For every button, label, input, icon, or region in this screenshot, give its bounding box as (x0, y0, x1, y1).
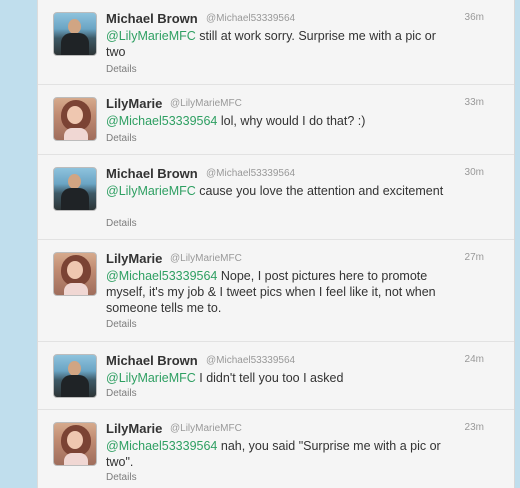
tweet-lilymarie-27m[interactable]: LilyMarie @LilyMarieMFC 27m @Michael5333… (38, 240, 514, 342)
avatar-head-shape (68, 19, 81, 34)
avatar-face-shape (67, 106, 83, 124)
avatar-clothing-shape (64, 453, 88, 465)
michael-brown-avatar[interactable] (53, 12, 97, 56)
tweet-text: @LilyMarieMFC cause you love the attenti… (106, 183, 454, 199)
lilymarie-avatar[interactable] (53, 422, 97, 466)
tweet-author-handle[interactable]: @LilyMarieMFC (170, 98, 242, 109)
lilymarie-avatar[interactable] (53, 97, 97, 141)
tweet-message: cause you love the attention and excitem… (195, 184, 444, 198)
tweet-text: @Michael53339564 Nope, I post pictures h… (106, 268, 454, 316)
michael-brown-avatar[interactable] (53, 167, 97, 211)
tweet-michael-24m[interactable]: Michael Brown @Michael53339564 24m @Lily… (38, 342, 514, 410)
tweet-time[interactable]: 24m (465, 354, 484, 365)
tweet-michael-36m[interactable]: Michael Brown @Michael53339564 36m @Lily… (38, 0, 514, 85)
tweet-lilymarie-33m[interactable]: LilyMarie @LilyMarieMFC 33m @Michael5333… (38, 85, 514, 155)
tweet-author-handle[interactable]: @LilyMarieMFC (170, 253, 242, 264)
mention-link[interactable]: @Michael53339564 (106, 114, 217, 128)
tweet-lilymarie-23m[interactable]: LilyMarie @LilyMarieMFC 23m @Michael5333… (38, 410, 514, 488)
page-background-edge (515, 0, 520, 488)
tweet-author-name[interactable]: Michael Brown (106, 11, 198, 26)
tweet-text: @LilyMarieMFC I didn't tell you too I as… (106, 370, 454, 386)
details-link[interactable]: Details (106, 133, 137, 144)
tweet-time[interactable]: 23m (465, 422, 484, 433)
tweet-author-name[interactable]: LilyMarie (106, 421, 162, 436)
tweet-time[interactable]: 27m (465, 252, 484, 263)
avatar-face-shape (67, 431, 83, 449)
details-link[interactable]: Details (106, 64, 137, 75)
tweet-author-name[interactable]: LilyMarie (106, 251, 162, 266)
tweet-text: @Michael53339564 lol, why would I do tha… (106, 113, 454, 129)
tweet-time[interactable]: 36m (465, 12, 484, 23)
avatar-head-shape (68, 174, 81, 189)
tweet-author-handle[interactable]: @Michael53339564 (206, 168, 295, 179)
details-link[interactable]: Details (106, 388, 137, 399)
tweet-timeline: Michael Brown @Michael53339564 36m @Lily… (37, 0, 515, 488)
details-link[interactable]: Details (106, 218, 137, 229)
avatar-body-shape (61, 375, 89, 397)
tweet-author-handle[interactable]: @LilyMarieMFC (170, 423, 242, 434)
mention-link[interactable]: @LilyMarieMFC (106, 184, 196, 198)
tweet-time[interactable]: 33m (465, 97, 484, 108)
tweet-author-name[interactable]: Michael Brown (106, 353, 198, 368)
mention-link[interactable]: @LilyMarieMFC (106, 29, 196, 43)
tweet-michael-30m[interactable]: Michael Brown @Michael53339564 30m @Lily… (38, 155, 514, 240)
mention-link[interactable]: @LilyMarieMFC (106, 371, 196, 385)
mention-link[interactable]: @Michael53339564 (106, 439, 217, 453)
avatar-body-shape (61, 188, 89, 210)
tweet-text: @LilyMarieMFC still at work sorry. Surpr… (106, 28, 454, 60)
avatar-body-shape (61, 33, 89, 55)
mention-link[interactable]: @Michael53339564 (106, 269, 217, 283)
avatar-clothing-shape (64, 283, 88, 295)
tweet-message: I didn't tell you too I asked (195, 371, 344, 385)
avatar-head-shape (68, 361, 81, 376)
michael-brown-avatar[interactable] (53, 354, 97, 398)
tweet-text: @Michael53339564 nah, you said "Surprise… (106, 438, 454, 470)
avatar-face-shape (67, 261, 83, 279)
details-link[interactable]: Details (106, 472, 137, 483)
tweet-author-name[interactable]: Michael Brown (106, 166, 198, 181)
tweet-message: lol, why would I do that? :) (217, 114, 366, 128)
lilymarie-avatar[interactable] (53, 252, 97, 296)
tweet-author-name[interactable]: LilyMarie (106, 96, 162, 111)
avatar-clothing-shape (64, 128, 88, 140)
details-link[interactable]: Details (106, 319, 137, 330)
twitter-conversation-screenshot: Michael Brown @Michael53339564 36m @Lily… (0, 0, 520, 488)
tweet-author-handle[interactable]: @Michael53339564 (206, 13, 295, 24)
tweet-time[interactable]: 30m (465, 167, 484, 178)
tweet-author-handle[interactable]: @Michael53339564 (206, 355, 295, 366)
